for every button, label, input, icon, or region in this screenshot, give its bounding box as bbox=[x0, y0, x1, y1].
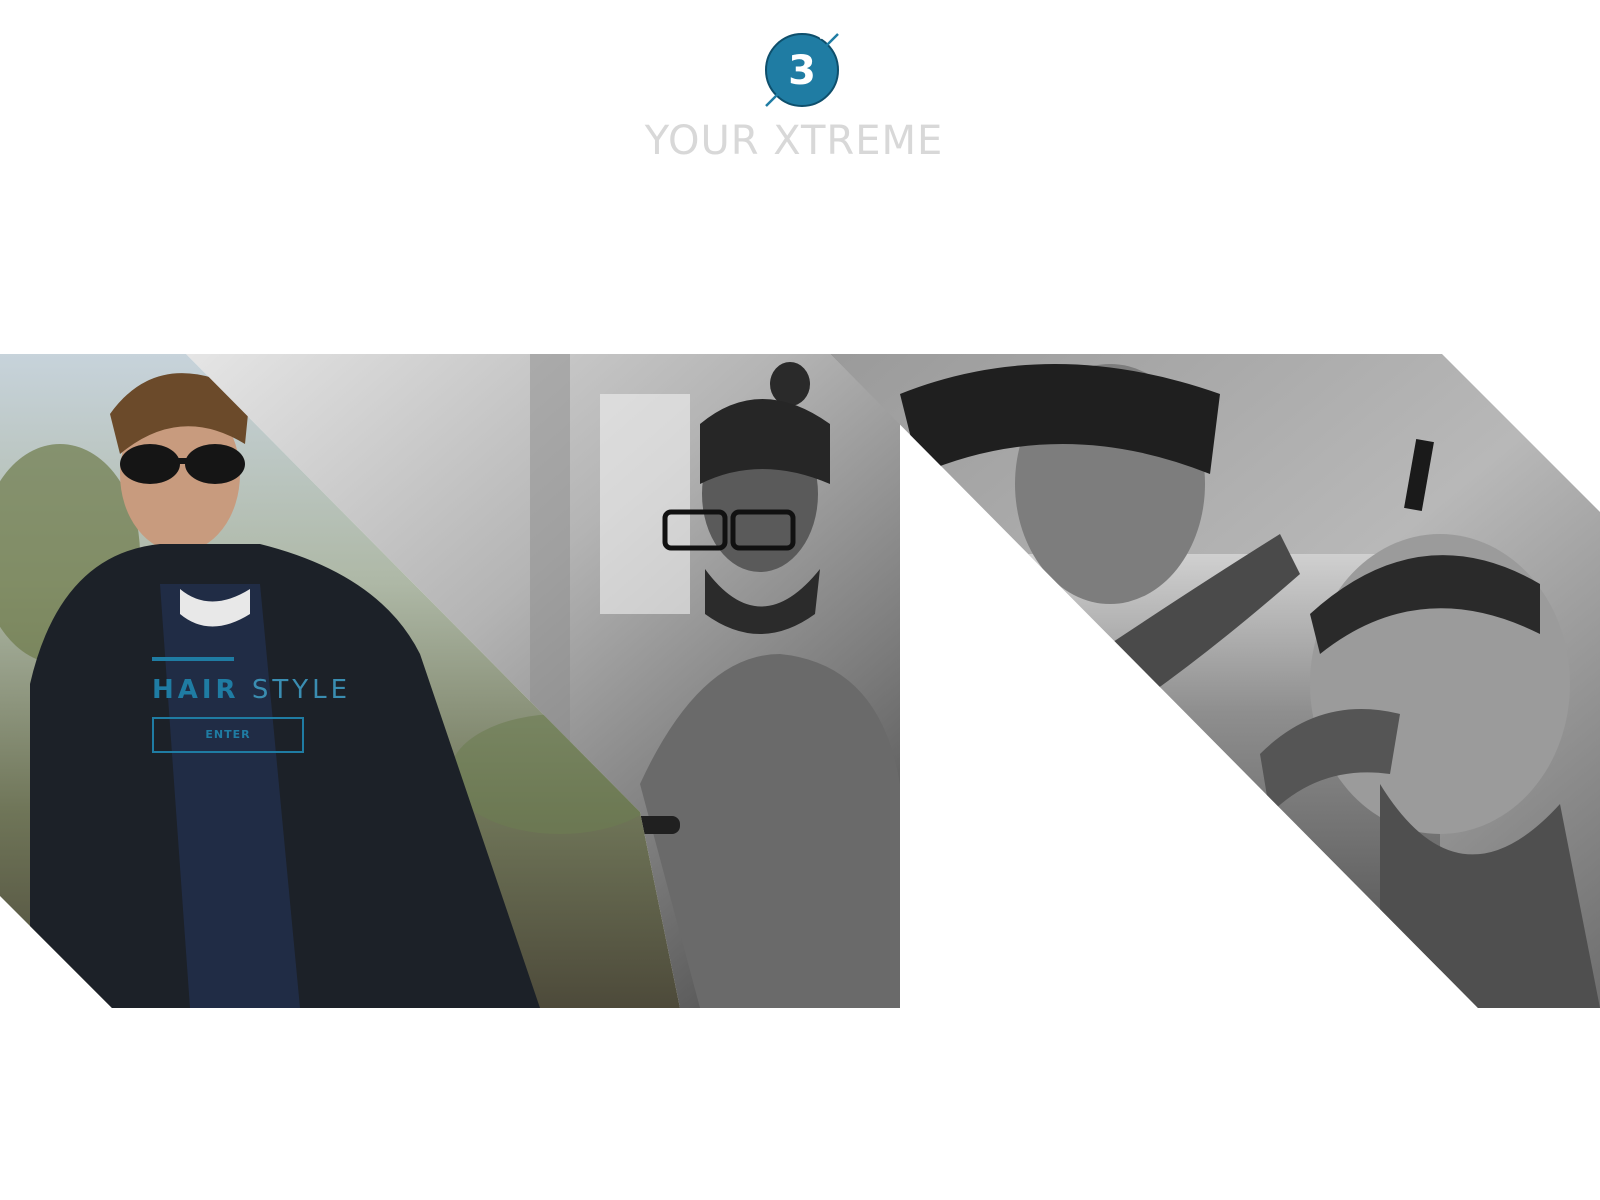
brand-title: YOUR XTREME bbox=[644, 118, 944, 164]
page: 3 YOUR XTREME HAIR STYLE ENTER bbox=[0, 0, 1600, 1200]
hero-panel-barber[interactable] bbox=[820, 354, 1600, 1008]
enter-button[interactable]: ENTER bbox=[152, 717, 304, 753]
hair-style-title-bold: HAIR bbox=[152, 675, 240, 705]
brand-logo-icon[interactable]: 3 bbox=[760, 30, 844, 110]
hair-style-overlay: HAIR STYLE ENTER bbox=[152, 657, 372, 753]
hair-style-accent-line bbox=[152, 657, 234, 661]
brand-header: 3 YOUR XTREME bbox=[0, 0, 1600, 200]
hair-style-title-light: STYLE bbox=[251, 675, 352, 705]
hair-style-title: HAIR STYLE bbox=[152, 675, 372, 705]
brand-logo-number: 3 bbox=[788, 48, 816, 94]
